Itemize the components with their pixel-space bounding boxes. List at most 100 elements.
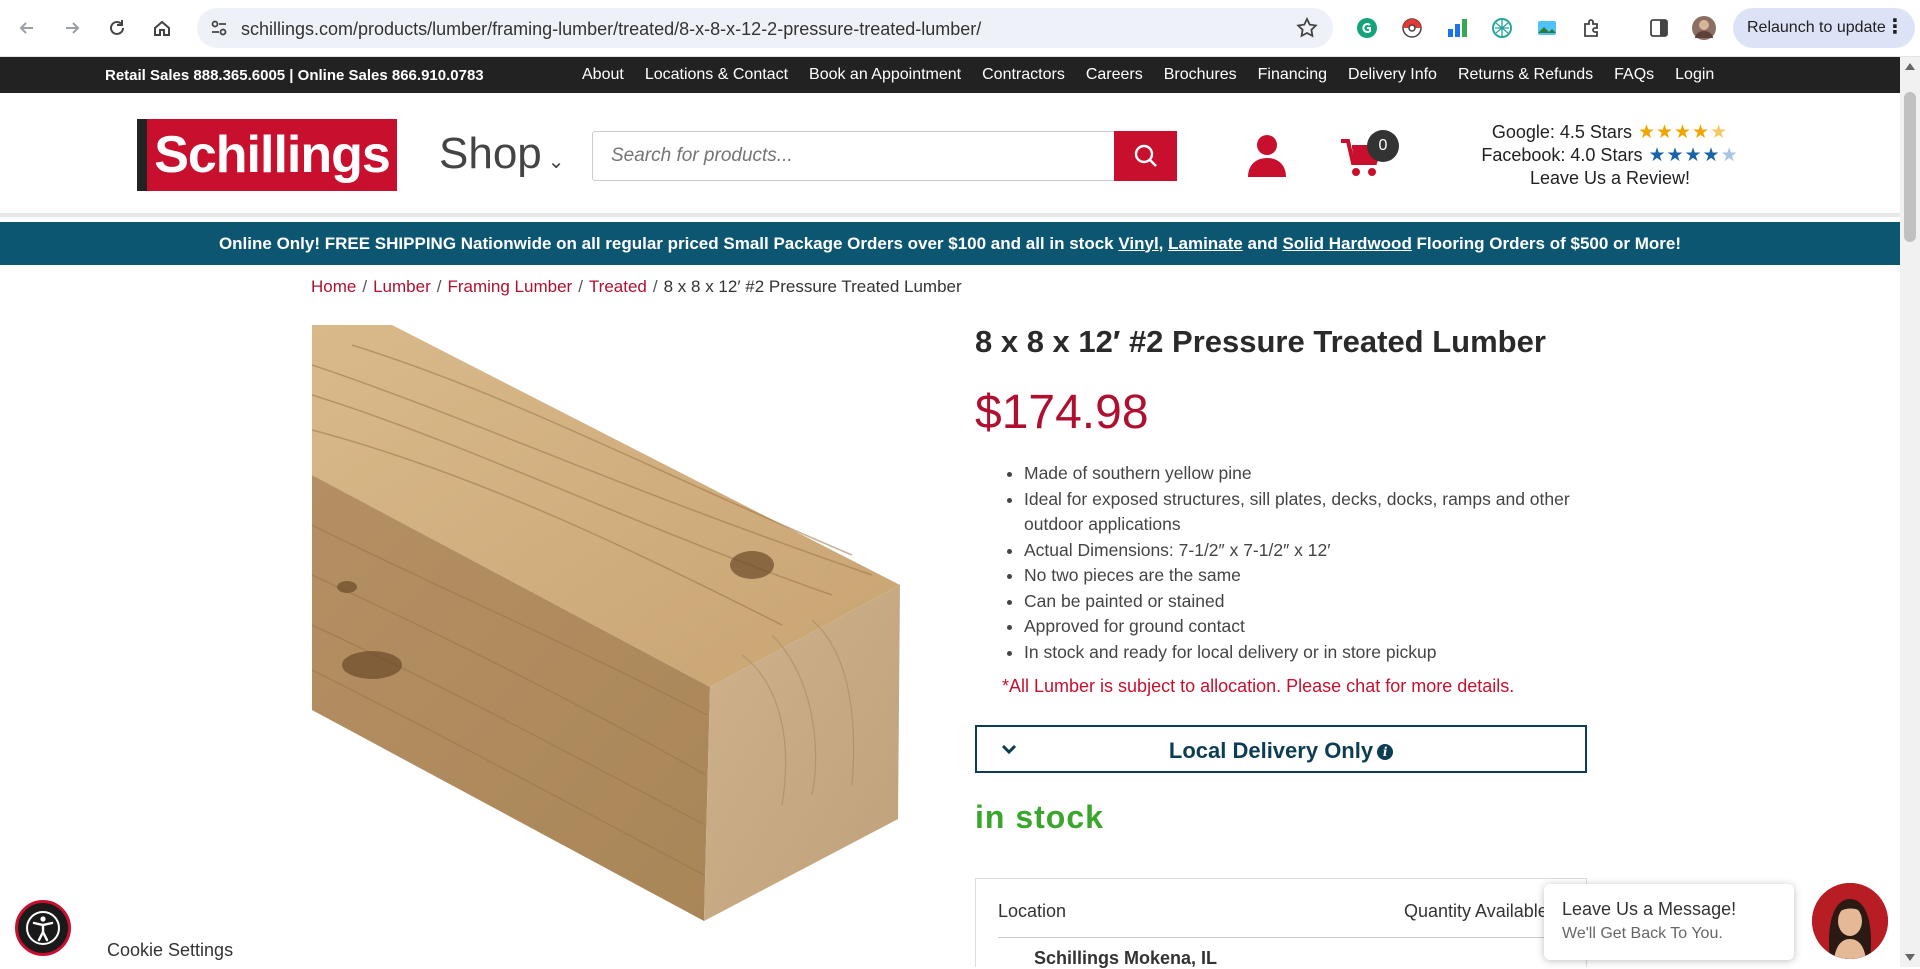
home-icon (154, 20, 170, 36)
search-icon (1134, 144, 1157, 167)
delivery-label: Local Delivery Only (1168, 738, 1374, 763)
photo-extension-icon[interactable] (1534, 15, 1560, 41)
product-search (592, 131, 1177, 181)
relaunch-update-button[interactable]: Relaunch to update ⋮ (1733, 8, 1915, 48)
promo-and: and (1242, 233, 1283, 253)
reload-button[interactable] (101, 12, 133, 44)
breadcrumb-framing-lumber[interactable]: Framing Lumber (447, 277, 572, 296)
top-nav-links: About Locations & Contact Book an Appoin… (582, 66, 1714, 84)
promo-link-solid-hardwood[interactable]: Solid Hardwood (1282, 234, 1411, 254)
shop-menu-button[interactable]: Shop ⌄ (439, 129, 565, 179)
breadcrumb-lumber[interactable]: Lumber (373, 277, 431, 296)
profile-avatar[interactable] (1691, 15, 1717, 41)
reload-icon (110, 20, 124, 35)
scrollbar-thumb[interactable] (1904, 92, 1916, 242)
feature-item: Made of southern yellow pine (1024, 461, 1594, 487)
back-button[interactable] (11, 12, 43, 44)
nav-link-book-appointment[interactable]: Book an Appointment (809, 66, 961, 84)
quantity-column-header: Quantity Available (1404, 901, 1548, 921)
breadcrumb-current: 8 x 8 x 12′ #2 Pressure Treated Lumber (663, 277, 962, 296)
url-text: schillings.com/products/lumber/framing-l… (241, 19, 982, 39)
search-input[interactable] (593, 132, 1113, 180)
network-extension-icon[interactable] (1489, 15, 1515, 41)
feature-item: No two pieces are the same (1024, 563, 1594, 589)
nav-link-faqs[interactable]: FAQs (1614, 66, 1654, 84)
nav-link-returns-refunds[interactable]: Returns & Refunds (1458, 66, 1593, 84)
promo-text: Online Only! FREE SHIPPING Nationwide on… (218, 233, 1119, 253)
scroll-down-arrow-icon[interactable] (1905, 954, 1915, 961)
breadcrumb-home[interactable]: Home (311, 277, 356, 296)
accessibility-button[interactable] (15, 900, 71, 956)
bookmark-star-icon[interactable] (1295, 16, 1319, 40)
facebook-rating-row[interactable]: Facebook: 4.0 Stars ★★★★★ (1470, 144, 1750, 167)
free-shipping-banner: Online Only! FREE SHIPPING Nationwide on… (0, 222, 1900, 265)
facebook-stars-icon: ★★★★★ (1648, 145, 1739, 166)
search-button[interactable] (1114, 131, 1177, 181)
home-button[interactable] (146, 12, 178, 44)
chat-subtitle: We'll Get Back To You. (1562, 925, 1723, 942)
arrow-right-icon (66, 22, 80, 34)
nav-link-delivery-info[interactable]: Delivery Info (1348, 66, 1437, 84)
agent-photo-icon (1812, 883, 1888, 959)
grammarly-extension-icon[interactable] (1354, 15, 1380, 41)
pokeball-extension-icon[interactable] (1399, 15, 1425, 41)
stock-status: in stock (975, 799, 1104, 835)
nav-link-about[interactable]: About (582, 66, 624, 84)
reviews-block: Google: 4.5 Stars ★★★★★ Facebook: 4.0 St… (1470, 121, 1750, 190)
site-info-icon[interactable] (209, 18, 229, 38)
chat-agent-avatar[interactable] (1812, 883, 1888, 959)
accessibility-icon (26, 911, 60, 945)
relaunch-label: Relaunch to update (1747, 19, 1886, 36)
side-panel-icon[interactable] (1646, 15, 1672, 41)
google-rating-text: Google: 4.5 Stars (1491, 122, 1632, 142)
page-scrollbar[interactable] (1900, 57, 1920, 967)
product-price: $174.98 (975, 386, 1149, 439)
promo-link-laminate[interactable]: Laminate (1168, 234, 1243, 254)
arrow-left-icon (19, 22, 33, 34)
address-bar[interactable]: schillings.com/products/lumber/framing-l… (197, 8, 1333, 48)
schillings-logo[interactable]: Schillings (137, 119, 397, 191)
nav-link-login[interactable]: Login (1675, 66, 1714, 84)
nav-link-contractors[interactable]: Contractors (982, 66, 1065, 84)
account-user-icon[interactable] (1246, 133, 1288, 177)
feature-item: In stock and ready for local delivery or… (1024, 640, 1594, 666)
breadcrumb-separator: / (436, 277, 442, 296)
promo-comma: , (1158, 233, 1169, 253)
breadcrumb-treated[interactable]: Treated (589, 277, 647, 296)
product-features-list: Made of southern yellow pine Ideal for e… (1024, 461, 1594, 665)
phone-numbers: Retail Sales 888.365.6005 | Online Sales… (105, 67, 484, 84)
location-column-header: Location (998, 901, 1067, 921)
cookie-settings-link[interactable]: Cookie Settings (107, 940, 233, 961)
info-icon[interactable]: i (1377, 744, 1394, 760)
table-divider (998, 937, 1566, 938)
nav-link-locations-contact[interactable]: Locations & Contact (645, 66, 788, 84)
promo-text-end: Flooring Orders of $500 or More! (1411, 233, 1682, 253)
promo-link-vinyl[interactable]: Vinyl (1118, 234, 1158, 254)
google-rating-row[interactable]: Google: 4.5 Stars ★★★★★ (1470, 121, 1750, 144)
more-menu-icon[interactable]: ⋮ (1885, 16, 1905, 38)
shop-label: Shop (439, 129, 542, 178)
google-stars-icon: ★★★★★ (1637, 122, 1729, 143)
scroll-up-arrow-icon[interactable] (1905, 63, 1915, 70)
location-availability-table: Location Quantity Available Schillings M… (975, 878, 1587, 968)
leave-review-link[interactable]: Leave Us a Review! (1470, 167, 1750, 190)
breadcrumb: Home / Lumber / Framing Lumber / Treated / 8 x 8… (311, 277, 962, 297)
facebook-rating-text: Facebook: 4.0 Stars (1481, 145, 1643, 165)
chat-title: Leave Us a Message! (1562, 899, 1737, 919)
breadcrumb-separator: / (362, 277, 368, 296)
feature-item: Ideal for exposed structures, sill plate… (1024, 487, 1594, 538)
nav-link-financing[interactable]: Financing (1258, 66, 1327, 84)
product-image[interactable] (312, 325, 900, 921)
forward-button[interactable] (56, 12, 88, 44)
feature-item: Approved for ground contact (1024, 614, 1594, 640)
chat-message-bubble[interactable]: Leave Us a Message! We'll Get Back To Yo… (1544, 884, 1794, 960)
dashboard-extension-icon[interactable] (1444, 15, 1470, 41)
breadcrumb-separator: / (652, 277, 658, 296)
browser-toolbar: schillings.com/products/lumber/framing-l… (0, 0, 1920, 57)
delivery-label-wrap: Local Delivery Only i (977, 738, 1585, 764)
cart-count-badge[interactable]: 0 (1367, 130, 1399, 162)
local-delivery-accordion[interactable]: Local Delivery Only i (975, 725, 1587, 773)
nav-link-brochures[interactable]: Brochures (1164, 66, 1237, 84)
nav-link-careers[interactable]: Careers (1086, 66, 1143, 84)
extensions-puzzle-icon[interactable] (1579, 15, 1605, 41)
